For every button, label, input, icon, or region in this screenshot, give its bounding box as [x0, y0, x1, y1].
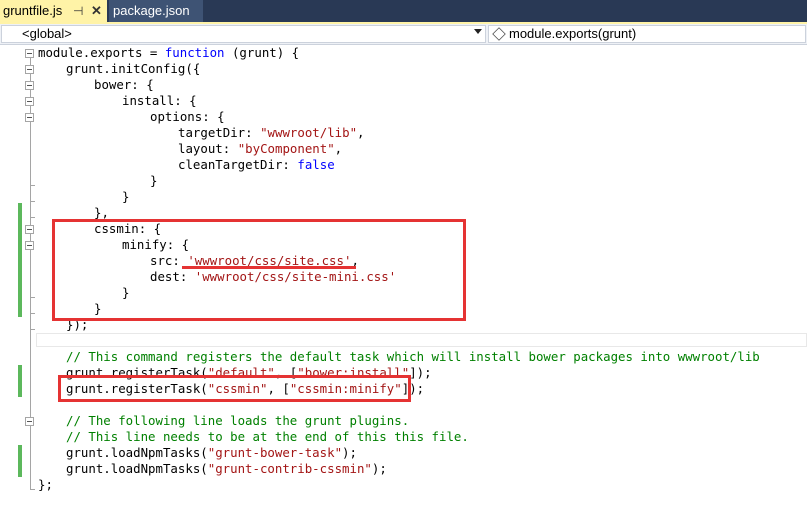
tab-label: package.json [113, 3, 190, 18]
collapse-icon[interactable] [25, 225, 34, 234]
member-value: module.exports(grunt) [509, 26, 637, 41]
comment-line: // The following line loads the grunt pl… [66, 413, 410, 428]
collapse-icon[interactable] [25, 97, 34, 106]
close-icon[interactable]: ✕ [91, 0, 102, 22]
annotation-box-cssmin-config [52, 219, 466, 321]
cube-icon [492, 27, 506, 41]
comment-line: // This command registers the default ta… [66, 349, 760, 364]
change-marker [18, 365, 22, 397]
outline-end-tick [30, 217, 35, 218]
outline-end-tick [30, 201, 35, 202]
collapse-icon[interactable] [25, 81, 34, 90]
chevron-down-icon[interactable] [474, 29, 482, 34]
tab-package-json[interactable]: package.json [109, 0, 203, 22]
current-line-highlight [36, 333, 807, 347]
collapse-icon[interactable] [25, 49, 34, 58]
tab-gruntfile-js[interactable]: gruntfile.js ⊣ ✕ [0, 0, 107, 22]
code-line: } [150, 173, 158, 188]
document-tab-strip: gruntfile.js ⊣ ✕ package.json [0, 0, 807, 22]
code-line: layout: "byComponent", [178, 141, 343, 156]
navigation-bar: <global> module.exports(grunt) [0, 24, 807, 45]
outline-end-tick [30, 313, 35, 314]
code-line: cleanTargetDir: false [178, 157, 335, 172]
code-line: } [122, 189, 130, 204]
outline-end-tick [30, 489, 35, 490]
code-line: bower: { [94, 77, 154, 92]
code-line: grunt.initConfig({ [66, 61, 201, 76]
code-line: targetDir: "wwwroot/lib", [178, 125, 365, 140]
code-line: grunt.loadNpmTasks("grunt-bower-task"); [66, 445, 357, 460]
outline-end-tick [30, 297, 35, 298]
scope-value: <global> [22, 26, 72, 41]
tab-label: gruntfile.js [3, 3, 63, 18]
code-line: options: { [150, 109, 225, 124]
scope-dropdown[interactable]: <global> [1, 25, 486, 43]
collapse-icon[interactable] [25, 241, 34, 250]
code-line: install: { [122, 93, 197, 108]
outline-end-tick [30, 329, 35, 330]
pin-icon[interactable]: ⊣ [73, 0, 83, 22]
code-editor[interactable]: module.exports = function (grunt) { grun… [0, 45, 807, 505]
member-dropdown[interactable]: module.exports(grunt) [488, 25, 806, 43]
change-marker [18, 203, 22, 317]
change-marker [18, 445, 22, 477]
outline-end-tick [30, 185, 35, 186]
code-line: }; [38, 477, 53, 492]
code-line: grunt.loadNpmTasks("grunt-contrib-cssmin… [66, 461, 387, 476]
collapse-icon[interactable] [25, 113, 34, 122]
annotation-underline-src [182, 266, 356, 269]
code-line: module.exports = function (grunt) { [38, 45, 300, 60]
annotation-box-register-task [58, 375, 411, 402]
collapse-icon[interactable] [25, 65, 34, 74]
comment-line: // This line needs to be at the end of t… [66, 429, 469, 444]
collapse-icon[interactable] [25, 417, 34, 426]
